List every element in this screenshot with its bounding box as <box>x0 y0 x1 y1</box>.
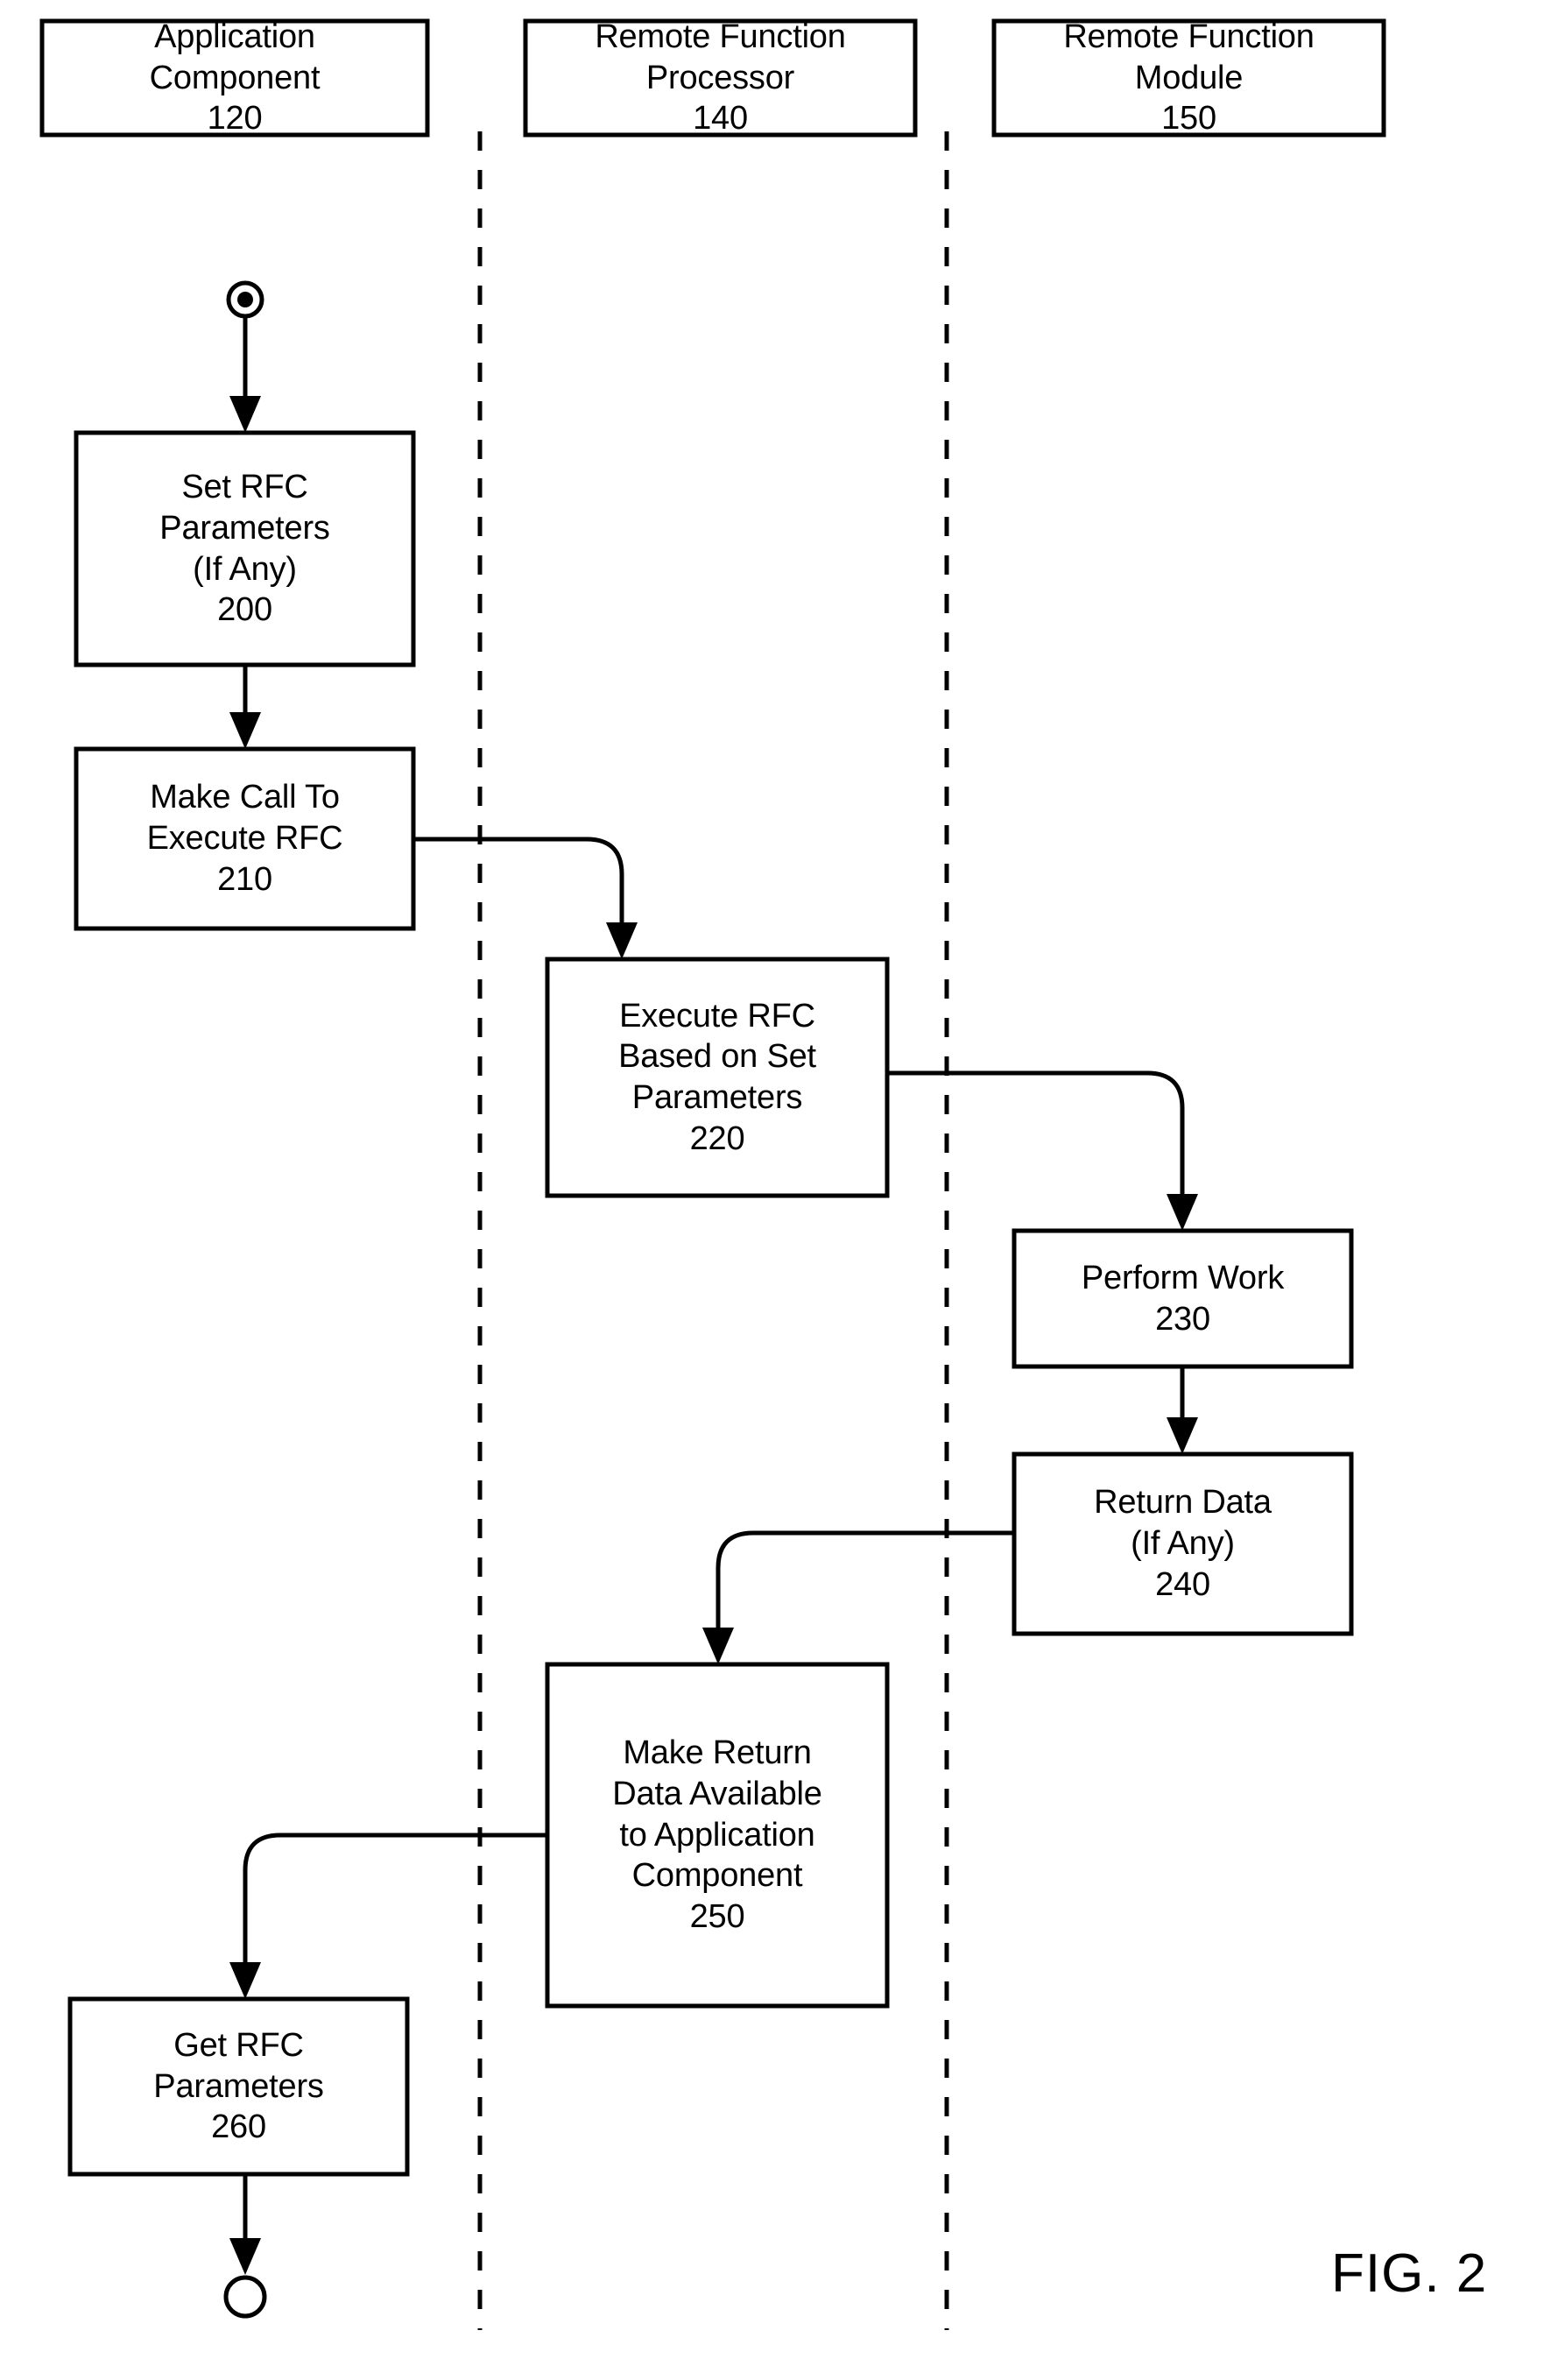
lane-header-application-component <box>39 18 430 138</box>
edge-perform-work-to-return-data <box>1167 1367 1198 1454</box>
node-perform-work[interactable] <box>1012 1228 1354 1369</box>
node-return-data[interactable] <box>1012 1451 1354 1636</box>
lane-header-remote-function-module <box>991 18 1386 138</box>
figure-label: FIG. 2 <box>1331 2243 1488 2304</box>
edge-make-call-to-execute-rfc-to-execute-rfc <box>413 837 638 959</box>
start-node-inner-dot <box>237 292 253 307</box>
edge-make-return-data-available-to-get-rfc-parameters <box>229 1833 547 1999</box>
edge-return-data-to-make-return-data-available <box>702 1530 1014 1664</box>
node-get-rfc-parameters[interactable] <box>67 1996 410 2177</box>
lane-header-remote-function-processor <box>523 18 918 138</box>
edge-get-rfc-parameters-to-end <box>229 2174 261 2275</box>
end-node-circle <box>223 2275 267 2319</box>
node-make-return-data-available[interactable] <box>545 1662 890 2009</box>
edge-start-to-set-rfc-parameters <box>229 316 261 433</box>
edge-set-rfc-parameters-to-make-call <box>229 665 261 749</box>
node-make-call-to-execute-rfc[interactable] <box>74 746 416 931</box>
node-execute-rfc-based-on-set-parameters[interactable] <box>545 957 890 1198</box>
flowchart-svg <box>39 18 1386 2330</box>
edge-execute-rfc-to-perform-work <box>887 1070 1198 1231</box>
figure-canvas: Application Component 120 Remote Functio… <box>0 0 1558 2380</box>
node-set-rfc-parameters[interactable] <box>74 430 416 667</box>
